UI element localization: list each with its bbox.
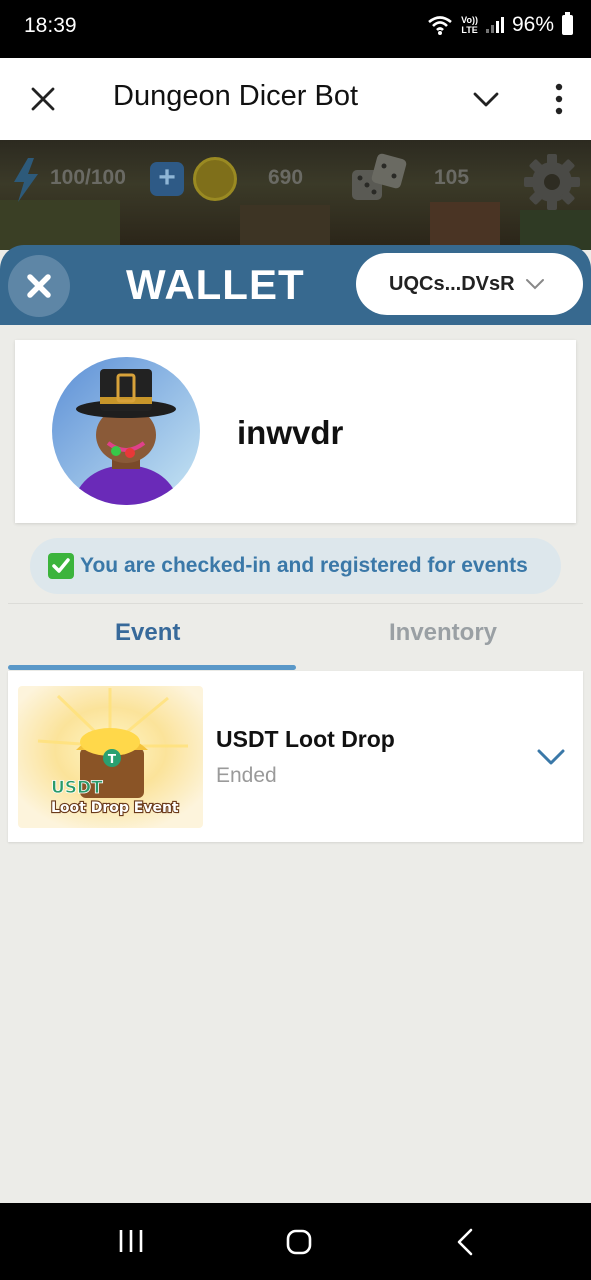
dice-icon [352, 153, 407, 200]
recents-icon[interactable] [118, 1229, 144, 1253]
tabs-divider [8, 603, 583, 604]
event-title: USDT Loot Drop [216, 726, 395, 752]
coin-value: 690 [268, 166, 304, 189]
energy-value: 100/100 [50, 166, 126, 189]
active-tab-indicator [8, 665, 296, 670]
settings-gear-icon[interactable] [522, 152, 582, 212]
volte-icon: Vo)) LTE [461, 15, 478, 35]
expand-chevron-icon[interactable] [536, 747, 566, 767]
add-energy-button[interactable]: + [150, 162, 184, 196]
profile-card: inwvdr [15, 340, 576, 523]
volte-label: Vo)) [461, 15, 478, 25]
event-thumbnail: T USDT Loot Drop Event [18, 686, 203, 828]
thumb-label-bottom: Loot Drop Event [51, 800, 179, 816]
checkin-message: You are checked-in and registered for ev… [80, 554, 528, 577]
status-indicators: Vo)) LTE 96% [427, 12, 573, 37]
checkin-status-banner: You are checked-in and registered for ev… [30, 538, 561, 594]
energy-icon [14, 158, 38, 202]
event-status: Ended [216, 764, 277, 787]
game-hud: 100/100 + 690 105 [0, 153, 591, 210]
status-bar: 18:39 Vo)) LTE 96% [0, 0, 591, 58]
close-icon[interactable] [30, 86, 56, 112]
wallet-title: WALLET [126, 261, 305, 308]
avatar-image [52, 357, 200, 505]
wallet-close-button[interactable] [8, 255, 70, 317]
svg-text:T: T [108, 752, 117, 766]
tab-inventory[interactable]: Inventory [389, 619, 497, 647]
wallet-address: UQCs...DVsR [389, 272, 515, 295]
status-time: 18:39 [24, 14, 77, 37]
loot-chest-image: T USDT Loot Drop Event [18, 686, 203, 828]
back-icon[interactable] [456, 1228, 474, 1256]
app-header: Dungeon Dicer Bot [0, 58, 591, 140]
coin-icon [193, 157, 237, 201]
battery-icon [562, 12, 573, 35]
username: inwvdr [237, 414, 344, 451]
signal-icon [485, 17, 504, 33]
avatar[interactable] [52, 357, 200, 505]
chevron-down-icon[interactable] [472, 89, 500, 109]
close-icon [27, 274, 51, 298]
game-background: 100/100 + 690 105 [0, 140, 591, 250]
bot-title: Dungeon Dicer Bot [113, 80, 359, 112]
wallet-address-dropdown[interactable]: UQCs...DVsR [356, 253, 583, 315]
system-nav-bar [0, 1203, 591, 1280]
event-list-item[interactable]: T USDT Loot Drop Event USDT Loot Drop En… [8, 671, 583, 842]
tab-event[interactable]: Event [115, 619, 180, 647]
thumb-label-top: USDT [51, 778, 103, 798]
more-vertical-icon[interactable] [553, 83, 565, 115]
checkmark-icon [48, 553, 74, 579]
dice-value: 105 [434, 166, 470, 189]
wifi-icon [428, 16, 452, 35]
battery-percent: 96% [511, 13, 554, 36]
chevron-down-icon [525, 279, 544, 290]
wallet-header: WALLET UQCs...DVsR [0, 245, 591, 325]
home-icon[interactable] [286, 1229, 312, 1255]
lte-label: LTE [461, 25, 478, 35]
